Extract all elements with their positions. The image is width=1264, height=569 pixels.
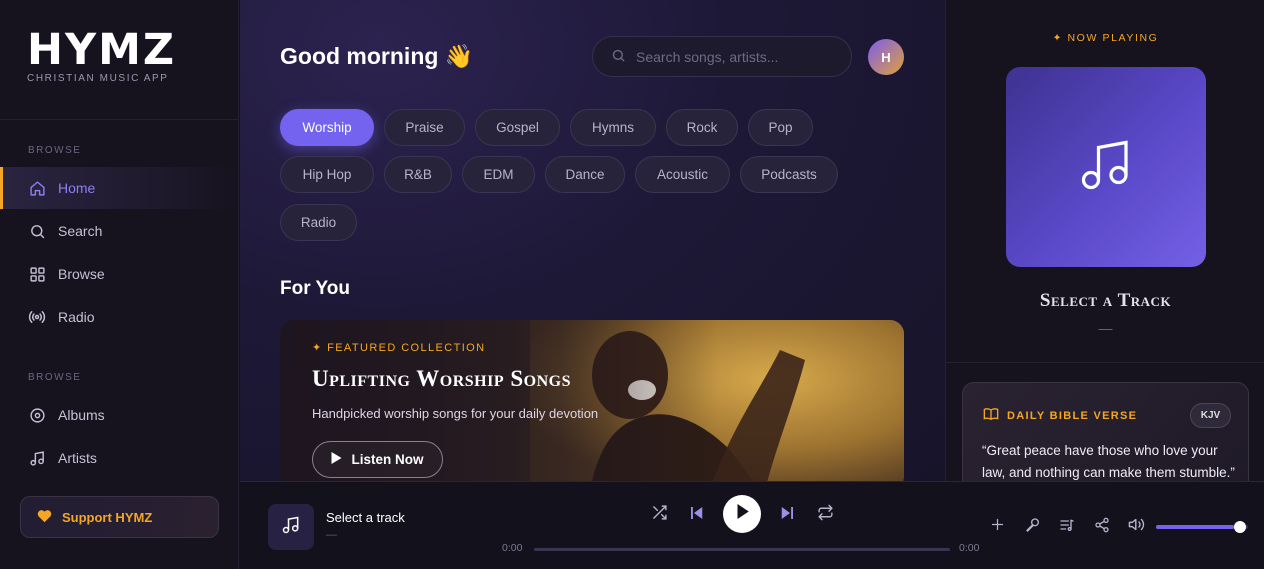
album-art-placeholder xyxy=(1006,67,1206,267)
sidebar-item-albums[interactable]: Albums xyxy=(0,394,238,436)
panel-divider xyxy=(946,362,1264,363)
music-note-icon xyxy=(281,515,301,540)
now-playing-title: Select a Track xyxy=(1039,290,1172,311)
sidebar-item-search[interactable]: Search xyxy=(0,210,238,252)
repeat-icon xyxy=(817,504,834,526)
genre-chip-hymns[interactable]: Hymns xyxy=(570,109,656,146)
volume-handle[interactable] xyxy=(1234,521,1247,533)
microphone-icon xyxy=(1025,517,1041,538)
sidebar-item-label: Home xyxy=(58,180,96,196)
listen-now-label: Listen Now xyxy=(351,452,424,467)
genre-chip-acoustic[interactable]: Acoustic xyxy=(635,156,730,193)
progress-bar[interactable] xyxy=(534,548,950,551)
volume-slider[interactable] xyxy=(1156,521,1248,533)
volume-button[interactable] xyxy=(1125,516,1147,538)
listen-now-button[interactable]: Listen Now xyxy=(312,441,443,478)
featured-collection-card[interactable]: ✦ FEATURED COLLECTION Uplifting Worship … xyxy=(280,320,904,481)
volume-level xyxy=(1156,525,1235,529)
next-button[interactable] xyxy=(773,501,801,529)
genre-chip-pop[interactable]: Pop xyxy=(748,109,813,146)
support-label: Support HYMZ xyxy=(62,509,153,525)
album-icon xyxy=(28,406,46,424)
share-button[interactable] xyxy=(1091,516,1113,538)
sidebar-item-label: Artists xyxy=(58,450,97,466)
section-title-for-you: For You xyxy=(280,278,351,299)
genre-chip-gospel[interactable]: Gospel xyxy=(475,109,560,146)
genre-chip-edm[interactable]: EDM xyxy=(462,156,535,193)
music-note-icon xyxy=(1076,135,1136,200)
plus-icon xyxy=(990,517,1005,537)
sidebar-item-browse[interactable]: Browse xyxy=(0,253,238,295)
sidebar-item-label: Radio xyxy=(58,309,95,325)
repeat-button[interactable] xyxy=(811,501,839,529)
sidebar: HYMZ CHRISTIAN MUSIC APP BROWSE Home Sea… xyxy=(0,0,239,569)
queue-icon xyxy=(1059,517,1075,538)
sidebar-item-radio[interactable]: Radio xyxy=(0,296,238,338)
hero-title: Uplifting Worship Songs xyxy=(312,366,572,391)
sidebar-divider xyxy=(0,119,239,120)
music-note-icon xyxy=(28,449,46,467)
logo-subtitle: CHRISTIAN MUSIC APP xyxy=(27,73,169,84)
track-thumbnail xyxy=(268,504,314,550)
time-total: 0:00 xyxy=(959,542,980,554)
logo-title: HYMZ xyxy=(27,25,177,75)
add-to-playlist-button[interactable] xyxy=(986,516,1008,538)
genre-chip-praise[interactable]: Praise xyxy=(384,109,465,146)
hero-eyebrow: ✦ FEATURED COLLECTION xyxy=(312,342,486,354)
now-playing-artist: — xyxy=(1098,320,1113,336)
section-label-library: BROWSE xyxy=(28,372,82,383)
play-icon xyxy=(331,452,342,467)
previous-button[interactable] xyxy=(683,501,711,529)
support-button[interactable]: Support HYMZ xyxy=(20,496,219,538)
home-icon xyxy=(28,179,46,197)
heart-icon xyxy=(37,509,52,526)
track-artist: — xyxy=(326,529,337,541)
play-pause-button[interactable] xyxy=(723,495,761,533)
genre-chip-podcasts[interactable]: Podcasts xyxy=(740,156,838,193)
share-icon xyxy=(1094,517,1110,538)
genre-chip-rock[interactable]: Rock xyxy=(666,109,738,146)
search-input[interactable]: Search songs, artists... xyxy=(592,36,852,77)
hero-subtitle: Handpicked worship songs for your daily … xyxy=(312,406,599,421)
player-bar: Select a track — 0:00 0:00 xyxy=(240,481,1264,569)
queue-button[interactable] xyxy=(1056,516,1078,538)
version-badge[interactable]: KJV xyxy=(1190,403,1231,428)
genre-chip-rnb[interactable]: R&B xyxy=(384,156,452,193)
grid-icon xyxy=(28,265,46,283)
skip-back-icon xyxy=(688,504,706,527)
play-icon xyxy=(736,504,749,524)
section-label-browse: BROWSE xyxy=(28,145,82,156)
now-playing-panel: ✦ NOW PLAYING Select a Track — DAILY BIB… xyxy=(945,0,1264,502)
search-icon xyxy=(28,222,46,240)
skip-forward-icon xyxy=(778,504,796,527)
sidebar-item-artists[interactable]: Artists xyxy=(0,437,238,479)
verse-heading: DAILY BIBLE VERSE xyxy=(983,407,1137,424)
sidebar-item-home[interactable]: Home xyxy=(0,167,238,209)
verse-text: “Great peace have those who love your la… xyxy=(982,443,1235,480)
avatar[interactable]: H xyxy=(868,39,904,75)
sidebar-item-label: Browse xyxy=(58,266,105,282)
book-icon xyxy=(983,407,999,424)
track-title: Select a track xyxy=(326,510,405,525)
genre-chip-hip-hop[interactable]: Hip Hop xyxy=(280,156,374,193)
genre-chip-radio[interactable]: Radio xyxy=(280,204,357,241)
app-window: HYMZ CHRISTIAN MUSIC APP BROWSE Home Sea… xyxy=(0,0,1264,569)
genre-chip-dance[interactable]: Dance xyxy=(545,156,625,193)
genre-chip-worship[interactable]: Worship xyxy=(280,109,374,146)
search-icon xyxy=(611,48,626,66)
now-playing-label: ✦ NOW PLAYING xyxy=(1052,32,1159,44)
sidebar-item-label: Albums xyxy=(58,407,105,423)
search-placeholder: Search songs, artists... xyxy=(636,48,779,65)
shuffle-button[interactable] xyxy=(645,501,673,529)
radio-icon xyxy=(28,308,46,326)
page-title: Good morning 👋 xyxy=(280,43,474,69)
volume-icon xyxy=(1128,516,1145,538)
shuffle-icon xyxy=(651,504,668,526)
sidebar-item-label: Search xyxy=(58,223,103,239)
logo[interactable]: HYMZ CHRISTIAN MUSIC APP xyxy=(27,25,177,85)
lyrics-button[interactable] xyxy=(1022,516,1044,538)
verse-heading-label: DAILY BIBLE VERSE xyxy=(1007,409,1138,422)
time-current: 0:00 xyxy=(502,542,523,554)
main-content: Good morning 👋 Search songs, artists... … xyxy=(240,0,945,481)
